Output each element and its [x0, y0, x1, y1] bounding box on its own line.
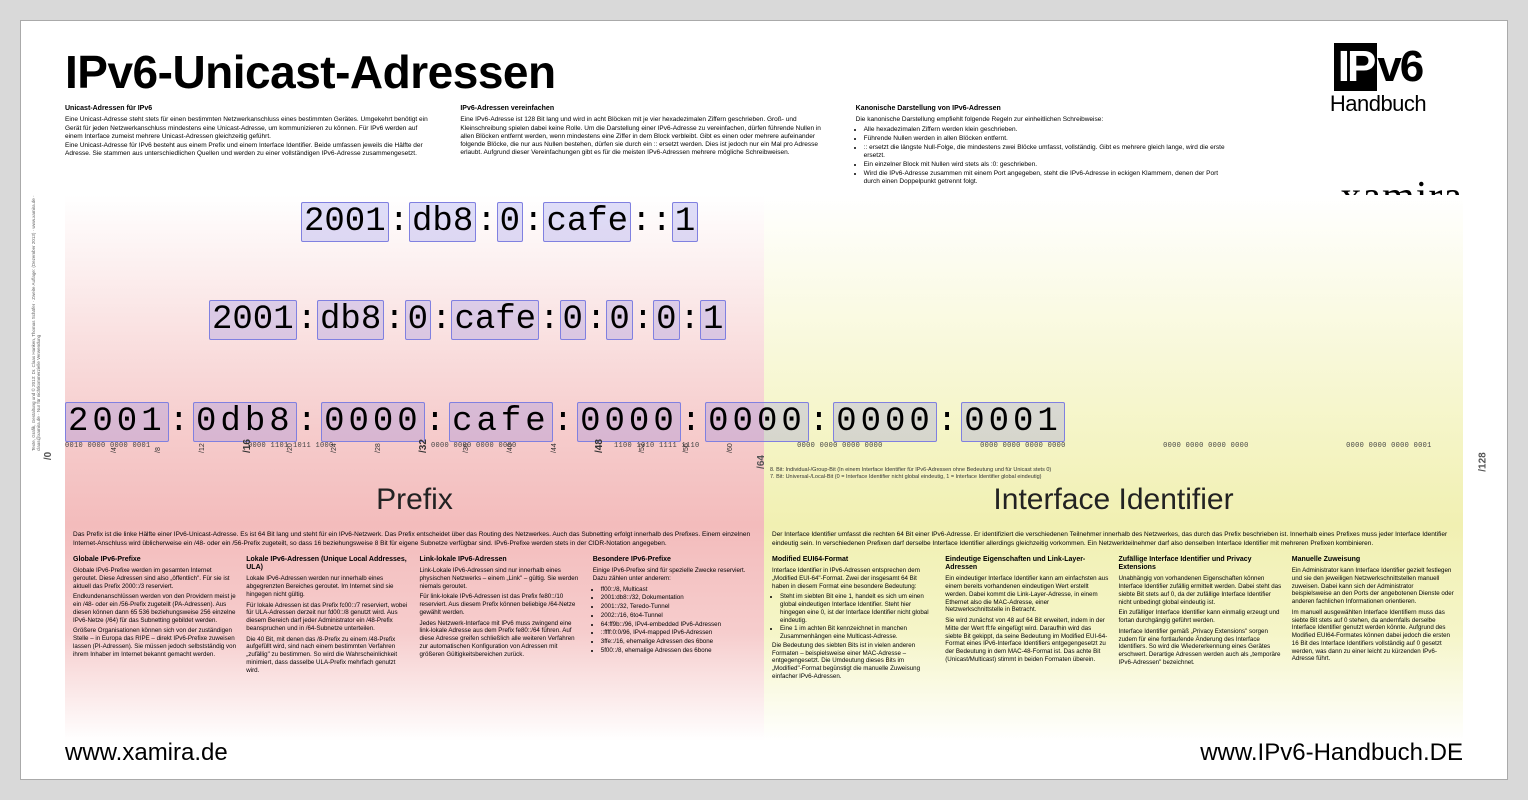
topcol3-h: Kanonische Darstellung von IPv6-Adressen — [856, 105, 1227, 113]
iid-manual: Manuelle ZuweisungEin Administrator kann… — [1292, 556, 1455, 684]
addr-full: 2001:0db8:0000:cafe:0000:0000:0000:0001 — [65, 405, 1463, 439]
detail-columns: Das Prefix ist die linke Hälfte einer IP… — [65, 525, 1463, 741]
logo-subtitle: Handbuch — [1293, 93, 1463, 115]
mark-128: /128 — [1478, 453, 1488, 472]
topcol-unicast: Unicast-Adressen für IPv6 Eine Unicast-A… — [65, 105, 436, 187]
topcol-simplify: IPv6-Adressen vereinfachen Eine IPv6-Adr… — [460, 105, 831, 187]
heading-prefix: Prefix — [65, 485, 764, 515]
topcol1-h: Unicast-Adressen für IPv6 — [65, 105, 436, 113]
prefix-ula: Lokale IPv6-Adressen (Unique Local Addre… — [246, 556, 409, 678]
header: IPv6-Unicast-Adressen IPv6 Handbuch — [21, 21, 1507, 95]
bit-footnotes: 8. Bit: Individual-/Group-Bit (In einem … — [770, 467, 1463, 480]
address-diagram: 2001:db8:0:cafe::1 2001:db8:0:cafe:0:0:0… — [65, 195, 1463, 525]
prefix-special: Besondere IPv6-PrefixeEinige IPv6-Prefix… — [593, 556, 756, 678]
logo-v6: v6 — [1377, 45, 1422, 89]
prefix-global: Globale IPv6-PrefixeGlobale IPv6-Prefixe… — [73, 556, 236, 678]
heading-iid: Interface Identifier — [764, 485, 1463, 515]
credits: Texte, Grafik, Gestaltung und © 2013: Dr… — [31, 171, 42, 451]
topcol-canonical: Kanonische Darstellung von IPv6-Adressen… — [856, 105, 1227, 187]
mark-0: /0 — [44, 452, 54, 460]
iid-eui64: Modified EUI64-FormatInterface Identifie… — [772, 556, 935, 684]
prefix-half: Das Prefix ist die linke Hälfte einer IP… — [65, 525, 764, 741]
iid-half: Der Interface Identifier umfasst die rec… — [764, 525, 1463, 741]
logo-ip: IP — [1334, 43, 1378, 91]
footer-left-url: www.xamira.de — [65, 741, 228, 765]
addr-short: 2001:db8:0:cafe::1 — [301, 205, 698, 239]
page-title: IPv6-Unicast-Adressen — [65, 49, 556, 95]
poster: Texte, Grafik, Gestaltung und © 2013: Dr… — [20, 20, 1508, 780]
ipv6-handbook-logo: IPv6 Handbuch — [1293, 43, 1463, 115]
prefix-linklocal: Link-lokale IPv6-AdressenLink-Lokale IPv… — [420, 556, 583, 678]
iid-linklayer: Eindeutige Eigenschaften und Link-Layer-… — [945, 556, 1108, 684]
section-headings: Prefix Interface Identifier — [65, 485, 1463, 515]
footer-right-url: www.IPv6-Handbuch.DE — [1200, 741, 1463, 765]
topcol2-h: IPv6-Adressen vereinfachen — [460, 105, 831, 113]
addr-medium: 2001:db8:0:cafe:0:0:0:1 — [209, 303, 726, 337]
bit-row: 0010 0000 0000 0001 0000 1101 1011 1000 … — [65, 443, 1463, 450]
footer: www.xamira.de www.IPv6-Handbuch.DE — [21, 741, 1507, 779]
iid-privacy: Zufällige Interface Identifier und Priva… — [1119, 556, 1282, 684]
